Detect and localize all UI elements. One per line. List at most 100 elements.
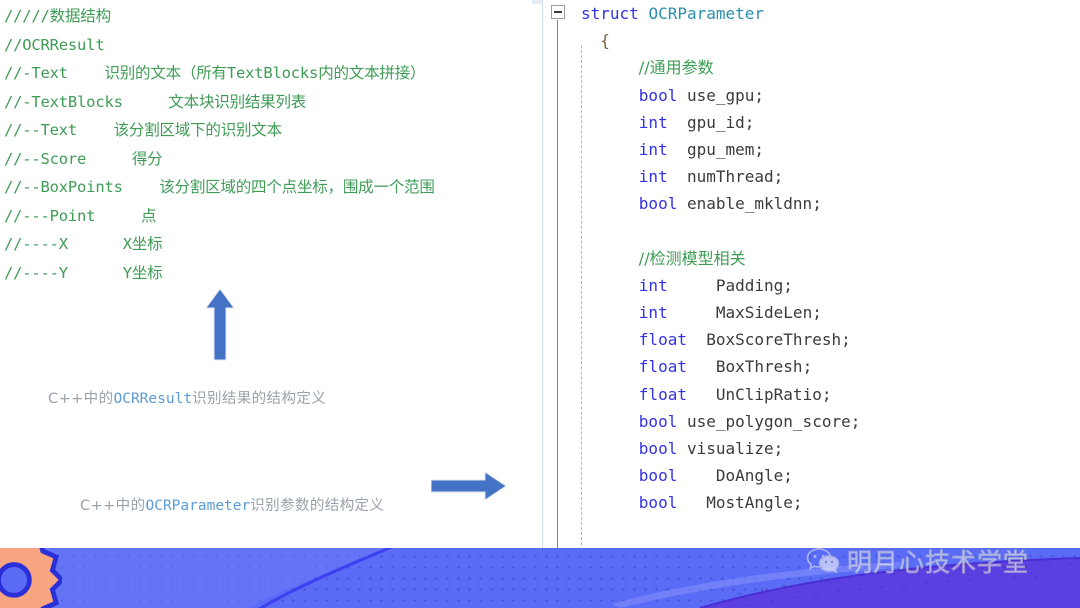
code-token-cmt-cn: //通用参数: [638, 58, 714, 78]
code-token-kw: bool: [638, 411, 678, 431]
code-line: bool use_polygon_score;: [543, 408, 1080, 435]
watermark-text: 明月心技术学堂: [847, 548, 1030, 578]
code-line: int Padding;: [543, 272, 1080, 299]
right-arrow-icon: [430, 470, 507, 502]
code-line: {: [543, 27, 1080, 54]
code-token-kw: bool: [638, 439, 678, 458]
gear-decoration-icon: [0, 548, 62, 608]
code-token-pln: visualize;: [677, 439, 784, 458]
code-token-pln: numThread;: [667, 167, 784, 187]
code-token-kw: bool: [638, 194, 678, 214]
code-line: bool enable_mkldnn;: [543, 190, 1080, 217]
code-line: //检测模型相关: [543, 245, 1080, 272]
code-token-pln: [639, 4, 649, 23]
code-line: float UnClipRatio;: [543, 381, 1080, 408]
code-line: struct OCRParameter: [543, 0, 1080, 27]
caption-ocr-result: C++中的OCRResult识别结果的结构定义: [28, 371, 326, 424]
up-arrow-icon: [205, 288, 235, 361]
code-line: //通用参数: [543, 54, 1080, 81]
code-line: float BoxScoreThresh;: [543, 326, 1080, 353]
code-token-pln: UnClipRatio;: [686, 384, 832, 404]
comment-line: //-Text 识别的文本（所有TextBlocks内的文本拼接）: [4, 64, 426, 82]
left-comment-panel: /////数据结构 //OCRResult //-Text 识别的文本（所有Text…: [0, 0, 542, 548]
ocr-parameter-struct-code[interactable]: struct OCRParameter { //通用参数 bool use_gp…: [543, 0, 1080, 608]
code-token-kw: float: [638, 330, 687, 350]
code-token-kw: float: [638, 384, 687, 404]
caption-suffix: 识别参数的结构定义: [250, 498, 385, 514]
code-token-kw: struct: [581, 4, 639, 23]
caption-ocr-parameter: C++中的OCRParameter识别参数的结构定义: [60, 478, 384, 531]
code-token-kw: int: [638, 139, 668, 159]
slide-canvas: /////数据结构 //OCRResult //-Text 识别的文本（所有Text…: [0, 0, 1080, 608]
comment-line: //OCRResult: [4, 35, 105, 54]
code-line: int gpu_mem;: [543, 136, 1080, 163]
code-token-pln: MostAngle;: [677, 493, 803, 513]
code-token-kw: int: [638, 275, 668, 295]
watermark: 明月心技术学堂: [806, 543, 1029, 579]
comment-line: //--Text 该分割区域下的识别文本: [4, 121, 282, 139]
wechat-icon: [806, 548, 840, 574]
caption-prefix: C++中的: [80, 498, 146, 514]
comment-line: //--Score 得分: [4, 149, 163, 168]
code-line: bool visualize;: [543, 435, 1080, 462]
code-token-pln: enable_mkldnn;: [677, 194, 822, 214]
code-token-pln: BoxScoreThresh;: [686, 330, 851, 350]
code-token-pln: MaxSideLen;: [667, 303, 822, 323]
code-token-kw: bool: [638, 466, 678, 486]
caption-highlight: OCRParameter: [145, 498, 251, 514]
code-token-pln: DoAngle;: [677, 466, 793, 486]
code-token-kw: bool: [638, 493, 678, 513]
code-token-pln: gpu_mem;: [667, 139, 765, 159]
code-token-pln: Padding;: [667, 275, 793, 295]
comment-line: //-TextBlocks 文本块识别结果列表: [4, 92, 307, 111]
code-token-pln: use_polygon_score;: [677, 411, 861, 431]
code-token-cmt-cn: //检测模型相关: [638, 248, 746, 268]
code-token-kw: float: [638, 357, 687, 377]
code-line: bool MostAngle;: [543, 489, 1080, 516]
code-line: int numThread;: [543, 163, 1080, 190]
code-token-brc: {: [600, 31, 610, 51]
right-code-panel: struct OCRParameter { //通用参数 bool use_gp…: [543, 0, 1080, 608]
code-token-kw: bool: [638, 85, 678, 105]
code-token-kw: int: [638, 167, 668, 187]
comment-line: //----Y Y坐标: [4, 263, 163, 282]
caption-suffix: 识别结果的结构定义: [192, 391, 327, 407]
code-token-pln: gpu_id;: [667, 112, 755, 132]
code-line: float BoxThresh;: [543, 353, 1080, 380]
code-line: int gpu_id;: [543, 109, 1080, 136]
code-line: bool use_gpu;: [543, 82, 1080, 109]
code-line: bool DoAngle;: [543, 462, 1080, 489]
caption-prefix: C++中的: [48, 391, 114, 407]
code-token-pln: use_gpu;: [677, 85, 765, 105]
code-token-kw: int: [638, 112, 668, 132]
code-token-kw: int: [638, 303, 668, 323]
comment-line: //---Point 点: [4, 206, 157, 225]
ocr-result-comment-code[interactable]: /////数据结构 //OCRResult //-Text 识别的文本（所有Text…: [4, 2, 540, 287]
comment-line: //--BoxPoints 该分割区域的四个点坐标，围成一个范围: [4, 178, 435, 196]
code-token-pln: BoxThresh;: [686, 357, 813, 377]
code-line: int MaxSideLen;: [543, 299, 1080, 326]
comment-line: /////数据结构: [4, 7, 111, 25]
caption-highlight: OCRResult: [113, 391, 193, 407]
code-token-type: OCRParameter: [648, 4, 765, 23]
comment-line: //----X X坐标: [4, 235, 163, 253]
